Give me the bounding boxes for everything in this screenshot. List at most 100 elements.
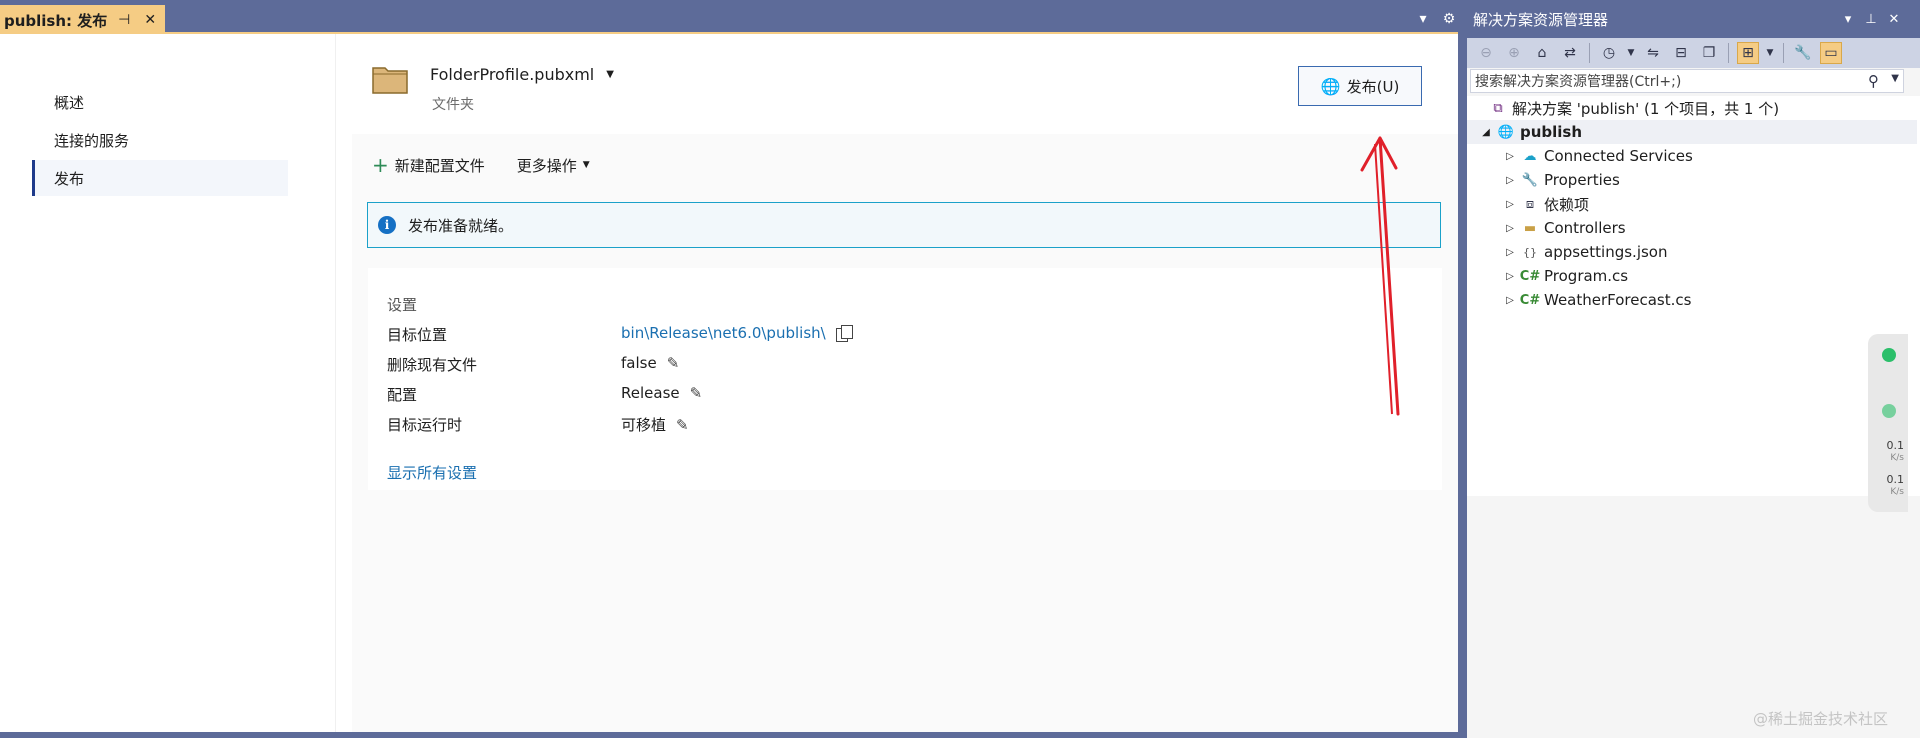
pencil-icon[interactable]: ✎ <box>667 354 680 372</box>
new-profile-label: 新建配置文件 <box>394 156 485 175</box>
info-icon: i <box>378 216 396 234</box>
tree-node-label: 解决方案 'publish' (1 个项目，共 1 个) <box>1512 99 1780 118</box>
profile-selector[interactable]: FolderProfile.pubxml ▼ <box>430 65 614 84</box>
status-dot-icon <box>1882 404 1896 418</box>
pencil-icon[interactable]: ✎ <box>690 384 703 402</box>
download-speed: 0.1 K/s <box>1872 474 1905 498</box>
document-bottom-edge <box>0 732 1462 738</box>
window-position-dropdown-icon[interactable]: ▾ <box>1839 10 1857 28</box>
document-tab-publish[interactable]: publish: 发布 ⊣ ✕ <box>0 5 166 35</box>
solution-tree: ⧉ 解决方案 'publish' (1 个项目，共 1 个) ◢ 🌐 publi… <box>1467 96 1920 496</box>
settings-title: 设置 <box>387 296 418 314</box>
nav-item-publish[interactable]: 发布 <box>32 160 288 196</box>
copy-icon[interactable] <box>835 325 853 342</box>
document-area: publish: 发布 ⊣ ✕ ▾ ⚙ 概述 连接的服务 发布 FolderPr… <box>0 0 1462 738</box>
action-row: + 新建配置文件 更多操作 ▼ <box>372 148 590 182</box>
solution-explorer-title: 解决方案资源管理器 <box>1473 10 1609 29</box>
tree-item-connected-services[interactable]: ▷ ☁ Connected Services <box>1467 144 1917 168</box>
tree-project-node[interactable]: ◢ 🌐 publish <box>1467 120 1917 144</box>
solution-explorer-toolbar: ⊖ ⊕ ⌂ ⇄ ◷ ▼ ⇋ ⊟ ❐ ⊞ ▼ 🔧 ▭ <box>1467 38 1920 68</box>
new-profile-button[interactable]: + 新建配置文件 <box>372 155 485 176</box>
nav-item-overview[interactable]: 概述 <box>32 84 288 120</box>
web-project-icon: 🌐 <box>1497 124 1515 140</box>
sync-icon[interactable]: ⇋ <box>1642 42 1664 64</box>
back-icon[interactable]: ⊖ <box>1475 42 1497 64</box>
close-icon[interactable]: ✕ <box>141 11 159 29</box>
expand-arrow-icon[interactable]: ▷ <box>1503 149 1517 163</box>
json-file-icon: {} <box>1523 245 1537 259</box>
tree-item-weatherforecast-cs[interactable]: ▷ C# WeatherForecast.cs <box>1467 288 1917 312</box>
publish-left-nav: 概述 连接的服务 发布 <box>0 34 336 734</box>
tree-node-label: publish <box>1520 123 1583 141</box>
collapse-all-icon[interactable]: ⊟ <box>1670 42 1692 64</box>
pin-icon[interactable]: ⊣ <box>115 11 133 29</box>
info-bar: i 发布准备就绪。 <box>367 202 1441 248</box>
chevron-down-icon[interactable]: ▼ <box>1891 73 1899 84</box>
plus-icon: + <box>372 153 389 177</box>
pin-icon[interactable]: ⊥ <box>1862 10 1880 28</box>
target-runtime-value: 可移植 <box>621 416 667 434</box>
switch-views-icon[interactable]: ⇄ <box>1559 42 1581 64</box>
info-message: 发布准备就绪。 <box>408 216 514 235</box>
csharp-file-icon: C# <box>1519 292 1541 308</box>
expand-arrow-icon[interactable]: ▷ <box>1503 269 1517 283</box>
home-icon[interactable]: ⌂ <box>1531 42 1553 64</box>
expand-arrow-icon[interactable]: ▷ <box>1503 245 1517 259</box>
pencil-icon[interactable]: ✎ <box>676 416 689 434</box>
publish-globe-icon: 🌐 <box>1320 76 1341 96</box>
toolbar-divider <box>1589 43 1590 63</box>
toolbar-divider <box>1783 43 1784 63</box>
tab-list-dropdown-icon[interactable]: ▾ <box>1414 10 1432 28</box>
nav-item-label: 概述 <box>54 93 85 112</box>
tree-view-icon[interactable]: ⊞ <box>1737 42 1759 64</box>
network-speed-widget[interactable]: 0.1 K/s 0.1 K/s <box>1868 334 1908 512</box>
delete-existing-value: false <box>621 354 657 372</box>
tree-node-label: appsettings.json <box>1544 243 1668 261</box>
tree-solution-node[interactable]: ⧉ 解决方案 'publish' (1 个项目，共 1 个) <box>1467 96 1917 120</box>
preview-selected-icon[interactable]: ▭ <box>1820 42 1842 64</box>
expand-arrow-icon[interactable]: ▷ <box>1503 221 1517 235</box>
expand-arrow-icon[interactable]: ▷ <box>1503 197 1517 211</box>
settings-card: 设置 目标位置 bin\Release\net6.0\publish\ 删除现有… <box>368 268 1442 490</box>
tree-item-properties[interactable]: ▷ 🔧 Properties <box>1467 168 1917 192</box>
nav-item-connected-services[interactable]: 连接的服务 <box>32 122 288 158</box>
nav-item-label: 连接的服务 <box>54 131 130 150</box>
target-location-link[interactable]: bin\Release\net6.0\publish\ <box>621 324 826 342</box>
collapse-arrow-icon[interactable]: ◢ <box>1479 125 1493 139</box>
gear-icon[interactable]: ⚙ <box>1440 10 1458 28</box>
dependencies-icon: ⧈ <box>1525 196 1535 212</box>
setting-value-delete-existing: false ✎ <box>621 354 679 372</box>
publish-main-panel: FolderProfile.pubxml ▼ 文件夹 🌐 发布(U) + 新建配… <box>352 34 1458 734</box>
chevron-down-icon: ▼ <box>582 160 590 170</box>
more-actions-dropdown[interactable]: 更多操作 ▼ <box>517 155 590 176</box>
watermark: @稀土掘金技术社区 <box>1753 710 1889 728</box>
status-dot-icon <box>1882 348 1896 362</box>
show-all-settings-link[interactable]: 显示所有设置 <box>387 462 477 483</box>
tree-item-dependencies[interactable]: ▷ ⧈ 依赖项 <box>1467 192 1917 216</box>
csharp-file-icon: C# <box>1519 268 1541 284</box>
pending-changes-filter-icon[interactable]: ◷ <box>1598 42 1620 64</box>
profile-type: 文件夹 <box>432 97 474 113</box>
tree-item-appsettings[interactable]: ▷ {} appsettings.json <box>1467 240 1917 264</box>
wrench-icon[interactable]: 🔧 <box>1792 42 1814 64</box>
chevron-down-icon[interactable]: ▼ <box>1626 42 1636 64</box>
tree-item-controllers[interactable]: ▷ ▬ Controllers <box>1467 216 1917 240</box>
close-icon[interactable]: ✕ <box>1885 10 1903 28</box>
search-icon[interactable]: ⚲ <box>1868 72 1879 90</box>
solution-explorer-search-input[interactable]: 搜索解决方案资源管理器(Ctrl+;) ⚲ ▼ <box>1470 69 1904 93</box>
publish-button[interactable]: 🌐 发布(U) <box>1298 66 1422 106</box>
chevron-down-icon[interactable]: ▼ <box>1765 42 1775 64</box>
tree-node-label: 依赖项 <box>1544 195 1590 214</box>
tree-item-program-cs[interactable]: ▷ C# Program.cs <box>1467 264 1917 288</box>
expand-arrow-icon[interactable]: ▷ <box>1503 173 1517 187</box>
forward-icon[interactable]: ⊕ <box>1503 42 1525 64</box>
cloud-icon: ☁ <box>1523 148 1537 164</box>
expand-arrow-icon[interactable]: ▷ <box>1503 293 1517 307</box>
document-tab-title: publish: 发布 <box>4 11 108 30</box>
profile-header: FolderProfile.pubxml ▼ 文件夹 🌐 发布(U) <box>352 34 1458 134</box>
setting-label-delete-existing: 删除现有文件 <box>387 356 478 374</box>
show-all-files-icon[interactable]: ❐ <box>1698 42 1720 64</box>
nav-item-label: 发布 <box>54 169 85 188</box>
upload-speed-unit: K/s <box>1890 453 1904 463</box>
solution-explorer: 解决方案资源管理器 ▾ ⊥ ✕ ⊖ ⊕ ⌂ ⇄ ◷ ▼ ⇋ ⊟ ❐ ⊞ ▼ 🔧 … <box>1467 0 1920 738</box>
